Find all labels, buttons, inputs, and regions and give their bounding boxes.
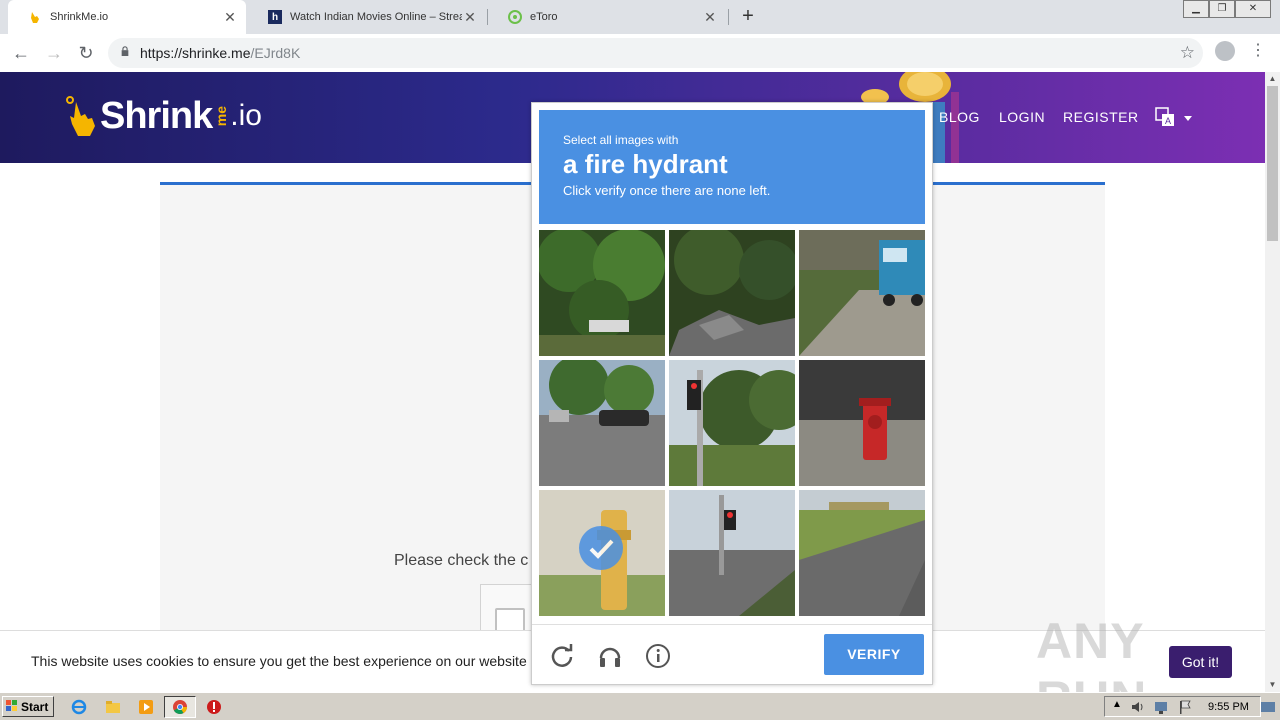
start-button[interactable]: Start	[2, 696, 54, 717]
taskbar-clock: 9:55 PM	[1208, 701, 1249, 713]
nav-blog[interactable]: BLOG	[939, 109, 980, 125]
volume-icon[interactable]	[1130, 699, 1146, 715]
scroll-down-arrow-icon[interactable]: ▼	[1265, 678, 1280, 692]
challenge-prompt-small: Select all images with	[563, 133, 679, 147]
etoro-icon	[508, 10, 522, 24]
challenge-subtext: Click verify once there are none left.	[563, 183, 771, 198]
windows-flag-icon	[6, 700, 17, 711]
opera-stop-icon[interactable]	[206, 699, 222, 715]
tile-parking-lot[interactable]	[539, 360, 665, 486]
shrinkme-logo[interactable]: Shrink me .io	[64, 86, 262, 146]
logo-me-text: me	[213, 105, 230, 127]
nav-login[interactable]: LOGIN	[999, 109, 1045, 125]
tab-title: ShrinkMe.io	[50, 11, 109, 23]
internet-explorer-icon[interactable]	[71, 699, 87, 715]
challenge-footer-divider	[532, 624, 932, 625]
start-label: Start	[21, 700, 49, 714]
close-window-button[interactable]: ✕	[1235, 0, 1271, 18]
chrome-icon	[173, 700, 187, 714]
hand-pointer-icon	[66, 96, 95, 136]
reload-challenge-icon[interactable]	[549, 643, 575, 669]
tile-yellow-fire-hydrant[interactable]	[539, 490, 665, 616]
nav-register[interactable]: REGISTER	[1063, 109, 1139, 125]
scroll-thumb[interactable]	[1267, 86, 1278, 241]
file-explorer-icon[interactable]	[105, 699, 121, 715]
h-site-icon: h	[268, 10, 282, 24]
close-tab-icon[interactable]: ✕	[222, 9, 238, 26]
url-text: https://shrinke.me/EJrd8K	[140, 45, 301, 61]
info-icon[interactable]	[645, 643, 671, 669]
close-tab-icon[interactable]: ✕	[462, 9, 478, 26]
chevron-down-icon[interactable]	[1184, 116, 1192, 121]
tile-truck-street[interactable]	[799, 230, 925, 356]
tab-divider	[728, 9, 729, 25]
tile-intersection[interactable]	[669, 490, 795, 616]
maximize-button[interactable]: ❐	[1209, 0, 1235, 18]
back-button[interactable]: ←	[10, 42, 32, 64]
tab-indian-movies[interactable]: h Watch Indian Movies Online – Strea ✕	[248, 0, 486, 34]
new-tab-button[interactable]: +	[738, 6, 758, 26]
address-bar[interactable]: https://shrinke.me/EJrd8K ☆	[108, 38, 1203, 68]
captcha-instruction-text: Please check the c	[394, 552, 529, 569]
logo-io-text: .io	[230, 99, 262, 132]
shrinkme-hand-icon	[28, 10, 42, 24]
lock-icon	[121, 46, 129, 56]
tile-debris[interactable]	[669, 230, 795, 356]
tile-road-curve[interactable]	[799, 490, 925, 616]
logo-brand-text: Shrink	[100, 94, 213, 137]
minimize-button[interactable]: ▁	[1183, 0, 1209, 18]
network-icon[interactable]	[1153, 699, 1169, 715]
tab-title: Watch Indian Movies Online – Strea	[290, 11, 462, 23]
audio-challenge-icon[interactable]	[597, 643, 623, 669]
forward-button[interactable]: →	[43, 42, 65, 64]
image-grid	[539, 230, 925, 616]
tab-etoro[interactable]: eToro ✕	[488, 0, 726, 34]
show-desktop-icon[interactable]	[1260, 699, 1276, 715]
action-center-flag-icon[interactable]	[1177, 699, 1193, 715]
recaptcha-challenge: Select all images with a fire hydrant Cl…	[531, 102, 933, 685]
svg-text:A: A	[1165, 116, 1171, 126]
tray-expand-icon[interactable]: ▲	[1112, 699, 1122, 710]
reload-button[interactable]: ↻	[75, 42, 97, 64]
bookmark-star-icon[interactable]: ☆	[1180, 43, 1195, 63]
challenge-target: a fire hydrant	[563, 149, 728, 179]
tile-traffic-light[interactable]	[669, 360, 795, 486]
challenge-header: Select all images with a fire hydrant Cl…	[539, 110, 925, 224]
tab-title: eToro	[530, 11, 558, 23]
profile-avatar[interactable]	[1215, 41, 1235, 61]
close-tab-icon[interactable]: ✕	[702, 9, 718, 26]
scroll-up-arrow-icon[interactable]: ▲	[1265, 72, 1280, 86]
verify-button[interactable]: VERIFY	[824, 634, 924, 675]
media-player-icon[interactable]	[138, 699, 154, 715]
tab-shrinkme[interactable]: ShrinkMe.io ✕	[8, 0, 246, 34]
cookie-message: This website uses cookies to ensure you …	[31, 653, 527, 669]
windows-taskbar: Start ▲ 9:55 PM	[0, 692, 1280, 720]
language-icon[interactable]: A	[1154, 106, 1176, 128]
tile-red-fire-hydrant[interactable]	[799, 360, 925, 486]
anyrun-watermark: ANY RUN	[1036, 613, 1146, 692]
menu-kebab-icon[interactable]: ⋮	[1250, 42, 1266, 60]
tile-trees[interactable]	[539, 230, 665, 356]
tab-strip: ShrinkMe.io ✕ h Watch Indian Movies Onli…	[0, 0, 1280, 34]
browser-toolbar: ← → ↻ https://shrinke.me/EJrd8K ☆ ⋮	[0, 34, 1280, 73]
page-scrollbar[interactable]: ▲ ▼	[1265, 72, 1280, 692]
selected-checkmark-icon	[579, 526, 623, 570]
